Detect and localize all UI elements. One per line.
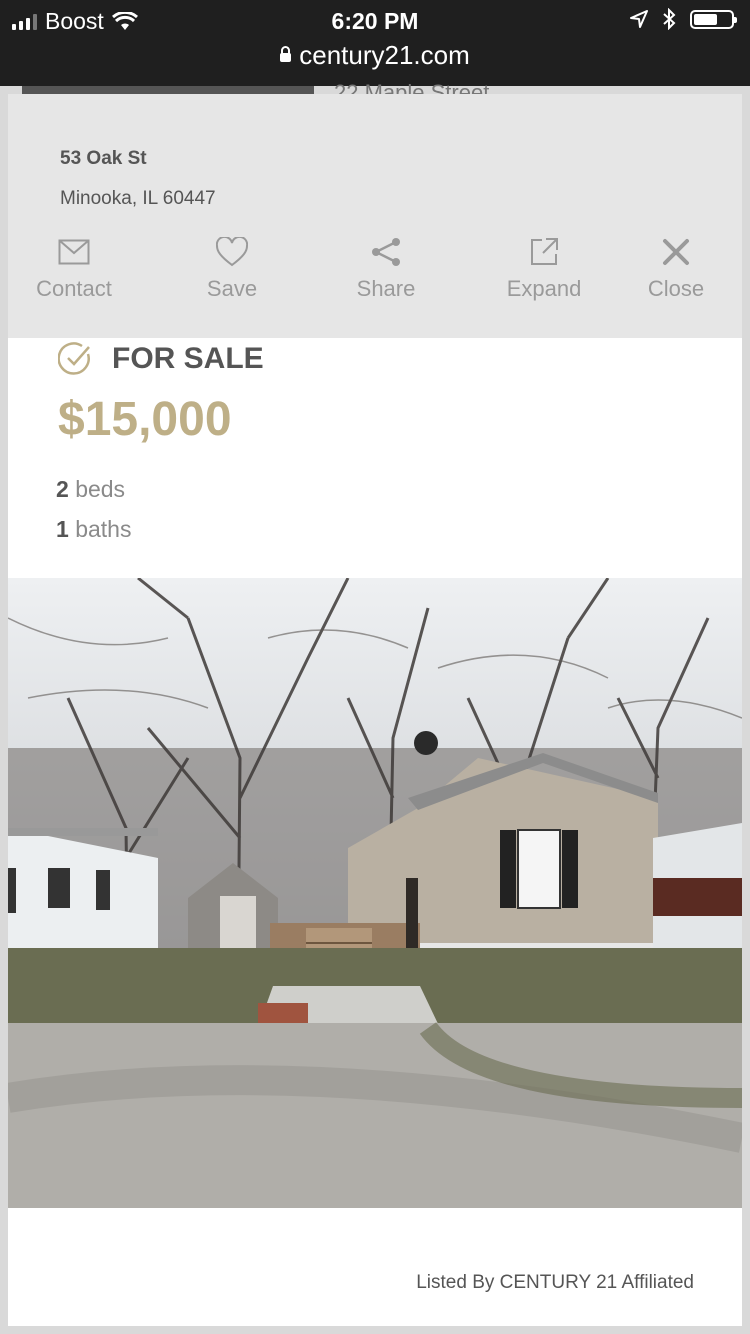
baths: 1 baths	[56, 516, 131, 543]
url-text: century21.com	[299, 40, 470, 70]
envelope-icon	[58, 239, 90, 265]
baths-count: 1	[56, 516, 69, 542]
status-bar: Boost 6:20 PM century21.com	[0, 0, 750, 86]
status-text: FOR SALE	[112, 342, 264, 375]
contact-label: Contact	[36, 276, 112, 301]
share-icon	[372, 238, 400, 266]
expand-icon	[531, 238, 558, 265]
save-button[interactable]: Save	[172, 234, 292, 302]
address-line1: 53 Oak St	[60, 148, 147, 169]
property-photo-image	[8, 578, 742, 1208]
expand-label: Expand	[506, 276, 582, 301]
close-button[interactable]: Close	[616, 234, 736, 302]
beds: 2 beds	[56, 476, 125, 503]
sale-status: FOR SALE	[58, 342, 264, 376]
listed-by: Listed By CENTURY 21 Affiliated	[416, 1272, 694, 1293]
address-line2: Minooka, IL 60447	[60, 188, 216, 209]
beds-label: beds	[75, 476, 126, 502]
listing-modal: 53 Oak St Minooka, IL 60447 Contact Save…	[8, 94, 742, 1326]
status-icons	[630, 8, 737, 30]
price: $15,000	[58, 393, 232, 446]
battery-icon	[690, 9, 737, 29]
share-button[interactable]: Share	[326, 234, 446, 302]
bluetooth-icon	[663, 8, 676, 30]
baths-label: baths	[75, 516, 132, 542]
location-arrow-icon	[630, 10, 648, 28]
listing-header: 53 Oak St Minooka, IL 60447 Contact Save…	[8, 94, 742, 338]
action-bar: Contact Save Share Expand Close	[8, 234, 742, 304]
property-photo[interactable]	[8, 578, 742, 1208]
url-bar[interactable]: century21.com	[0, 40, 750, 71]
share-label: Share	[356, 276, 416, 301]
close-label: Close	[647, 276, 705, 301]
check-circle-icon	[58, 342, 90, 375]
expand-button[interactable]: Expand	[484, 234, 604, 302]
beds-count: 2	[56, 476, 69, 502]
contact-button[interactable]: Contact	[14, 234, 134, 302]
lock-icon	[280, 45, 292, 62]
heart-icon	[216, 237, 248, 267]
save-label: Save	[206, 276, 258, 301]
close-icon	[663, 239, 689, 265]
